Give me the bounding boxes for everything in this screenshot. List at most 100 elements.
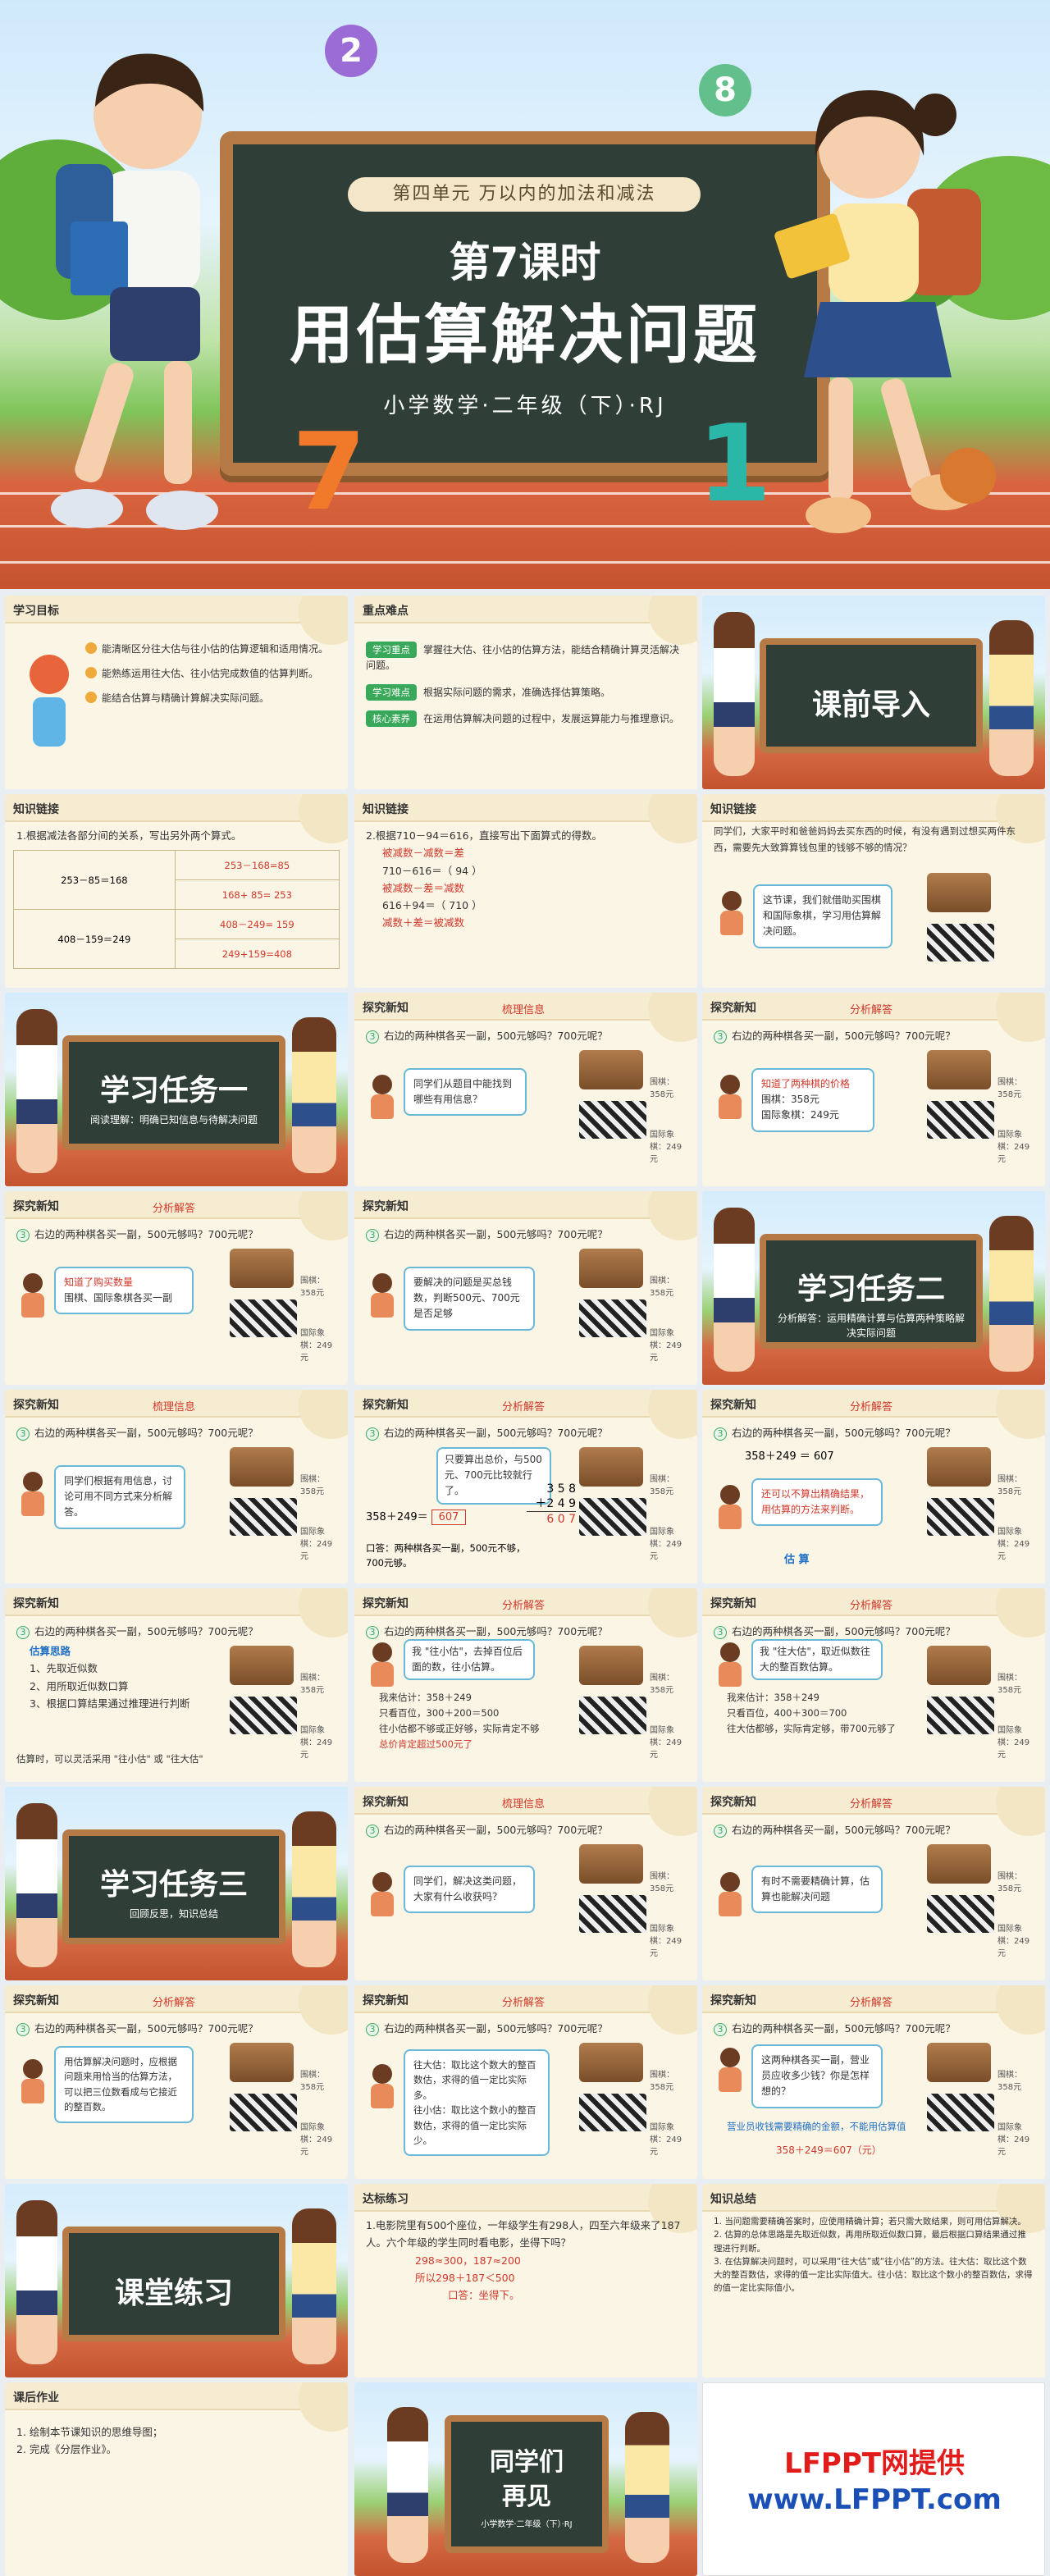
boy-illustration bbox=[16, 2200, 57, 2364]
slide-explore-4: 探究新知 3 右边的两种棋各买一副，500元够吗？700元呢？ 要解决的问题是买总… bbox=[354, 1191, 697, 1385]
number-1-character: 1 bbox=[697, 401, 772, 526]
slide-explore-6: 探究新知 分析解答 3 右边的两种棋各买一副，500元够吗？700元呢？ 只要算出… bbox=[354, 1390, 697, 1583]
estimate-line: 只看百位，400＋300＝700 bbox=[727, 1706, 847, 1719]
problem-text: 右边的两种棋各买一副，500元够吗？700元呢？ bbox=[34, 1427, 258, 1439]
question-number: 3 bbox=[366, 1825, 379, 1838]
equation: 358＋249＝607（元） bbox=[776, 2144, 882, 2156]
speech-bubble: 知道了购买数量 围棋、国际象棋各买一副 bbox=[54, 1267, 194, 1315]
problem-text: 右边的两种棋各买一副，500元够吗？700元呢？ bbox=[732, 1030, 956, 1042]
table-cell: 408－159＝249 bbox=[13, 909, 176, 969]
scene-subtitle: 阅读理解：明确已知信息与待解决问题 bbox=[89, 1114, 258, 1126]
product-images: 围棋：358元 国际象棋：249元 bbox=[579, 1249, 686, 1363]
key-chip: 核心素养 bbox=[366, 710, 417, 728]
student-avatar bbox=[719, 1075, 742, 1119]
chess-price: 国际象棋：249元 bbox=[300, 1528, 333, 1561]
student-avatar bbox=[21, 1273, 44, 1318]
product-images: 围棋：358元 国际象棋：249元 bbox=[927, 1844, 1034, 1958]
slide-heading: 探究新知 bbox=[710, 1796, 756, 1809]
slide-heading: 探究新知 bbox=[710, 1002, 756, 1015]
key-text: 根据实际问题的需求，准确选择估算策略。 bbox=[423, 686, 611, 698]
product-images: 围棋：358元 国际象棋：249元 bbox=[579, 1050, 686, 1164]
relation-table: 253－85＝168 253－168=85 168+ 85= 253 408－15… bbox=[13, 850, 340, 969]
question-number: 3 bbox=[16, 1229, 30, 1242]
student-avatar bbox=[371, 1642, 394, 1687]
chess-price: 国际象棋：249元 bbox=[998, 1528, 1030, 1561]
slide-learning-goals: 学习目标 能清晰区分往大估与往小估的估算逻辑和适用情况。 能熟练运用往大估、往小… bbox=[5, 596, 348, 789]
slide-heading: 探究新知 bbox=[710, 1399, 756, 1412]
go-price: 围棋：358元 bbox=[650, 1872, 674, 1893]
speech-bubble: 这节课，我们就借助买围棋和国际象棋，学习用估算解决问题。 bbox=[753, 884, 892, 948]
girl-illustration bbox=[774, 90, 996, 533]
answer-line: 所以298＋187＜500 bbox=[415, 2271, 515, 2284]
slide-knowledge-link-3: 知识链接 同学们，大家平时和爸爸妈妈去买东西的时候，有没有遇到过想买两件东西，需… bbox=[702, 794, 1045, 988]
scene-subtitle: 回顾反思，知识总结 bbox=[129, 1908, 218, 1920]
teacher-avatar bbox=[720, 891, 743, 935]
student-avatar bbox=[719, 1872, 742, 1916]
key-text: 在运用估算解决问题的过程中，发展运算能力与推理意识。 bbox=[423, 712, 680, 724]
site-url[interactable]: www.LFPPT.com bbox=[703, 2483, 1044, 2516]
scene-title: 学习任务三 bbox=[99, 1868, 248, 1902]
lesson-number: 第7课时 bbox=[449, 239, 601, 286]
speech-bubble: 要解决的问题是买总钱数，判断500元、700元是否足够 bbox=[404, 1267, 535, 1331]
slide-explore-11: 探究新知 梳理信息 3 右边的两种棋各买一副，500元够吗？700元呢？ 同学们，… bbox=[354, 1787, 697, 1980]
answer-box: 607 bbox=[431, 1510, 467, 1525]
equation-line: 710－616＝（ 94 ） bbox=[382, 864, 482, 877]
key-chip: 学习难点 bbox=[366, 683, 417, 701]
speech-text: 国际象棋：249元 bbox=[761, 1109, 839, 1121]
problem-text: 右边的两种棋各买一副，500元够吗？700元呢？ bbox=[384, 1824, 608, 1836]
slide-heading: 探究新知 bbox=[13, 1994, 59, 2007]
goal-item: 能结合估算与精确计算解决实际问题。 bbox=[102, 692, 270, 704]
estimate-line: 往大估都够，实际肯定够，带700元够了 bbox=[727, 1722, 896, 1734]
summary-item: 2. 估算的总体思路是先取近似数，再用所取近似数口算，最后根据口算结果通过推理进… bbox=[714, 2230, 1026, 2254]
speech-bubble: 用估算解决问题时，应根据问题来用恰当的估算方法，可以把三位数看成与它接近的整百数… bbox=[54, 2046, 194, 2123]
slide-summary: 知识总结 1. 当问题需要精确答案时，应使用精确计算；若只需大致结果，则可用估算… bbox=[702, 2184, 1045, 2377]
product-images: 围棋：358元 国际象棋：249元 bbox=[230, 2043, 336, 2157]
scene-title: 学习任务二 bbox=[797, 1272, 945, 1306]
girl-illustration bbox=[989, 620, 1034, 776]
problem-text: 右边的两种棋各买一副，500元够吗？700元呢？ bbox=[732, 2022, 956, 2035]
table-cell: 249+159=408 bbox=[174, 939, 340, 969]
question-number: 3 bbox=[714, 1427, 727, 1441]
slide-tag: 分析解答 bbox=[850, 1004, 893, 1016]
chess-price: 国际象棋：249元 bbox=[650, 1528, 682, 1561]
table-cell: 253－85＝168 bbox=[13, 850, 176, 910]
student-avatar bbox=[719, 2048, 742, 2092]
link-intro: 2.根据710－94＝616，直接写出下面算式的得数。 bbox=[366, 829, 603, 842]
student-avatar bbox=[371, 2064, 394, 2108]
slide-tag: 分析解答 bbox=[850, 1798, 893, 1811]
question-number: 3 bbox=[714, 2023, 727, 2036]
slide-tag: 分析解答 bbox=[502, 1997, 546, 2009]
boy-illustration bbox=[714, 1208, 755, 1372]
estimate-line: 只看百位，300＋200＝500 bbox=[379, 1706, 500, 1719]
slide-heading: 学习目标 bbox=[13, 605, 59, 618]
scene-subtitle: 分析解答：运用精确计算与估算两种策略解决实际问题 bbox=[777, 1313, 965, 1339]
go-price: 围棋：358元 bbox=[650, 2071, 674, 2092]
slide-explore-9: 探究新知 分析解答 3 右边的两种棋各买一副，500元够吗？700元呢？ 我 "往… bbox=[354, 1588, 697, 1782]
question-number: 3 bbox=[714, 1030, 727, 1044]
chess-price: 国际象棋：249元 bbox=[300, 1726, 333, 1760]
go-price: 围棋：358元 bbox=[300, 1277, 325, 1298]
slide-heading: 课后作业 bbox=[13, 2391, 59, 2405]
speech-text: 往大估：取比这个数大的整百数估，求得的值一定比实际多。 bbox=[413, 2059, 536, 2101]
answer-line: 口答：坐得下。 bbox=[448, 2289, 520, 2301]
chess-price: 国际象棋：249元 bbox=[650, 2123, 682, 2157]
chess-price: 国际象棋：249元 bbox=[300, 1329, 333, 1363]
chess-price: 国际象棋：249元 bbox=[998, 1130, 1030, 1164]
student-avatar bbox=[371, 1273, 394, 1318]
boy-illustration bbox=[51, 53, 218, 530]
problem-text: 右边的两种棋各买一副，500元够吗？700元呢？ bbox=[732, 1824, 956, 1836]
girl-illustration bbox=[989, 1216, 1034, 1372]
chess-price: 国际象棋：249元 bbox=[650, 1726, 682, 1760]
product-images: 围棋：358元 国际象棋：249元 bbox=[230, 1447, 336, 1561]
vertical-calc: ＋2 4 9 bbox=[527, 1496, 576, 1513]
table-cell: 253－168=85 bbox=[174, 850, 340, 880]
scene-title: 课前导入 bbox=[811, 688, 930, 722]
slide-task-3: 学习任务三回顾反思，知识总结 bbox=[5, 1787, 348, 1980]
slide-heading: 探究新知 bbox=[363, 1994, 409, 2007]
goal-item: 能熟练运用往大估、往小估完成数值的估算判断。 bbox=[102, 667, 319, 679]
step-item: 3、根据口算结果通过推理进行判断 bbox=[30, 1697, 190, 1710]
slide-heading: 探究新知 bbox=[363, 1200, 409, 1213]
slide-practice-test: 达标练习 1.电影院里有500个座位，一年级学生有298人，四至六年级来了187… bbox=[354, 2184, 697, 2377]
number-7-character: 7 bbox=[292, 409, 367, 534]
speech-bubble: 知道了两种棋的价格 围棋：358元 国际象棋：249元 bbox=[751, 1068, 874, 1132]
